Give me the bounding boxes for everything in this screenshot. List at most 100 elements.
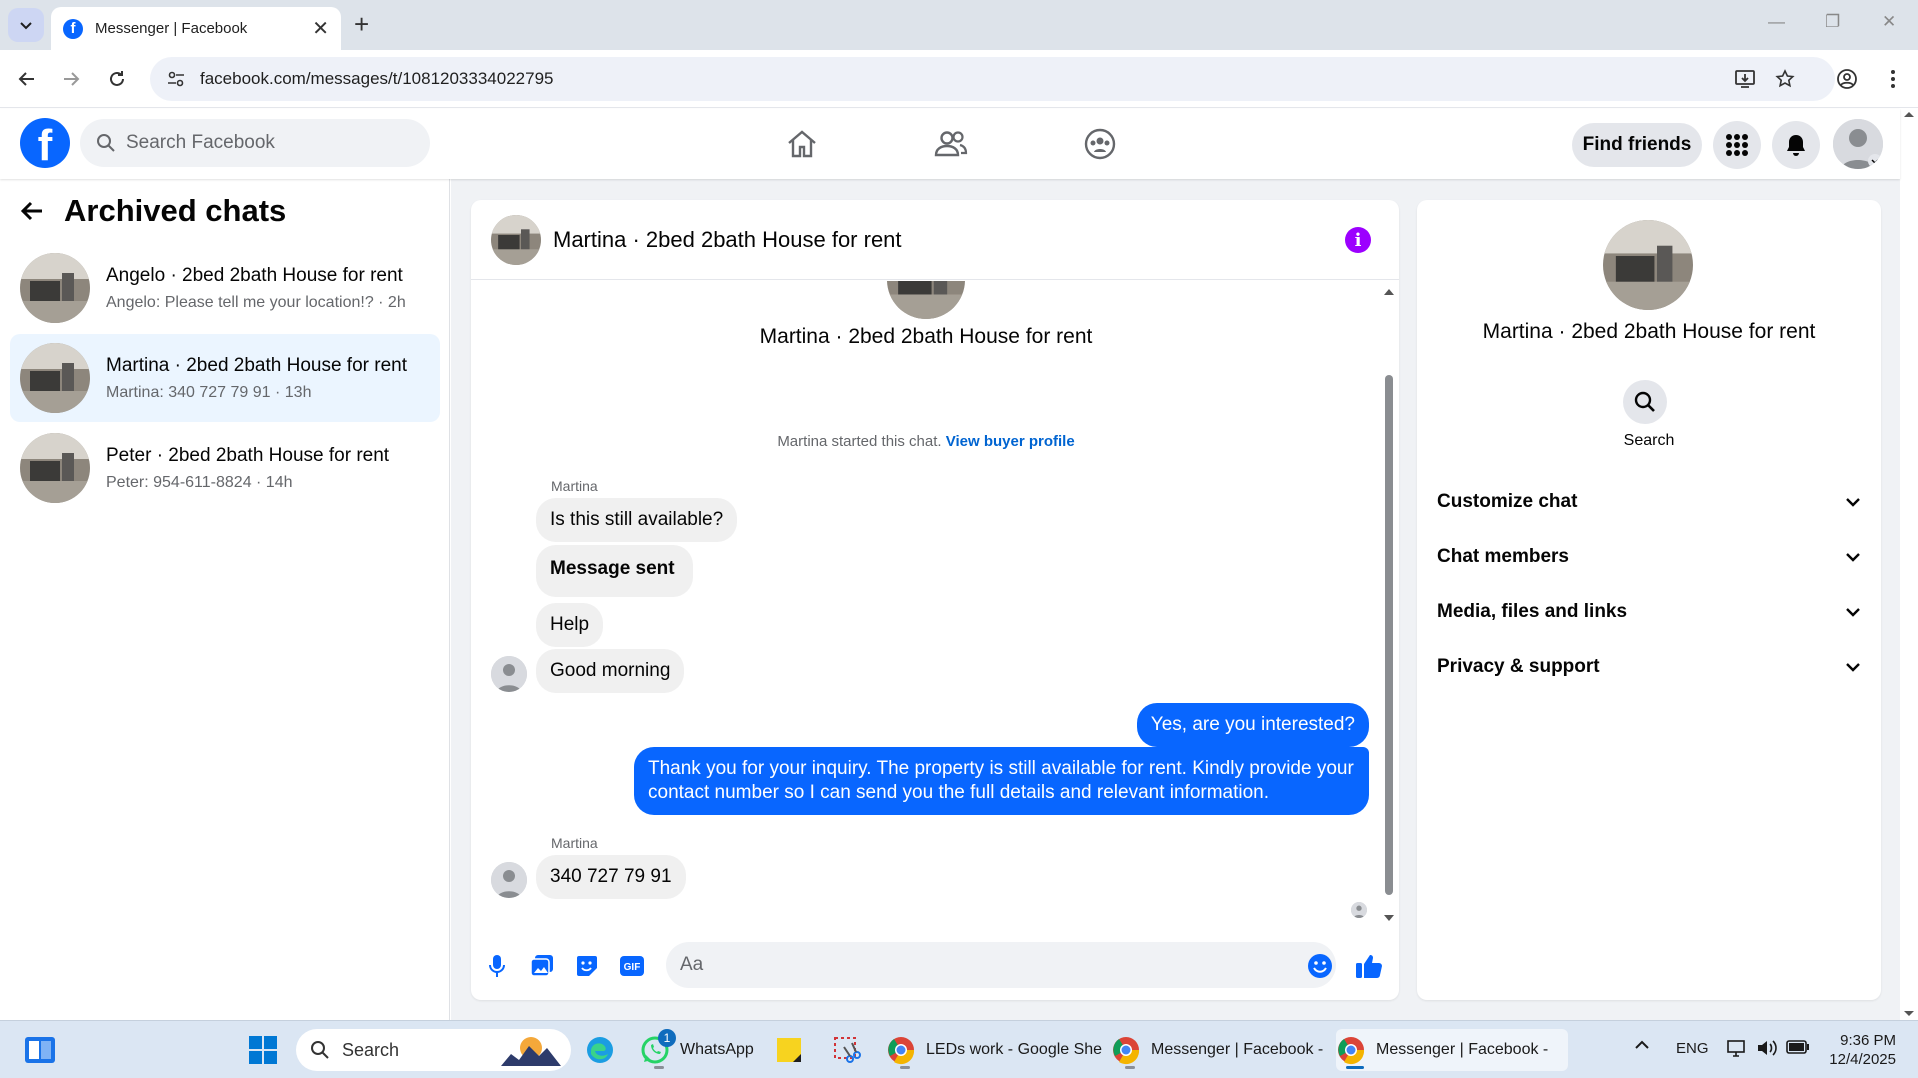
section-privacy-support[interactable]: Privacy & support (1437, 645, 1861, 689)
home-icon (788, 130, 816, 158)
search-in-conversation-button[interactable] (1623, 380, 1667, 424)
chat-item-martina[interactable]: Martina · 2bed 2bath House for rent Mart… (10, 334, 440, 422)
voice-clip-button[interactable] (483, 952, 511, 980)
chat-header-avatar[interactable] (491, 214, 541, 265)
page-scrollbar[interactable] (1900, 109, 1918, 1020)
gif-button[interactable]: GIF (618, 952, 646, 980)
site-settings-icon[interactable] (166, 69, 186, 89)
install-app-button[interactable] (1730, 64, 1760, 94)
bell-icon (1787, 135, 1805, 156)
notifications-button[interactable] (1772, 121, 1820, 169)
section-chat-members[interactable]: Chat members (1437, 535, 1861, 579)
taskbar-chrome-messenger-1[interactable]: Messenger | Facebook - (1111, 1029, 1323, 1071)
show-hidden-icons-button[interactable] (1634, 1040, 1650, 1050)
network-icon[interactable] (1727, 1038, 1747, 1058)
bookmark-button[interactable] (1770, 64, 1800, 94)
nav-friends[interactable] (926, 123, 976, 165)
minimize-icon[interactable]: — (1768, 12, 1785, 32)
message-input[interactable] (666, 942, 1336, 988)
chat-header-name[interactable]: Martina · 2bed 2bath House for rent (553, 227, 902, 253)
browser-menu-button[interactable] (1878, 64, 1908, 94)
message-bubble-incoming[interactable]: Message sent (536, 545, 693, 597)
chat-scrollbar[interactable] (1382, 285, 1396, 921)
gif-icon: GIF (620, 956, 644, 976)
search-highlight-landscape-icon (501, 1037, 561, 1066)
widgets-button[interactable] (24, 1029, 56, 1071)
message-bubble-outgoing[interactable]: Thank you for your inquiry. The property… (634, 747, 1369, 815)
taskbar-whatsapp[interactable]: 1 WhatsApp (640, 1029, 754, 1071)
browser-tab[interactable]: f Messenger | Facebook ✕ (51, 7, 341, 50)
friends-icon (934, 131, 968, 157)
browser-toolbar: facebook.com/messages/t/1081203334022795 (0, 50, 1918, 108)
running-indicator (654, 1066, 664, 1069)
chat-name: Martina · 2bed 2bath House for rent (106, 354, 408, 376)
close-window-icon[interactable]: ✕ (1882, 12, 1896, 32)
volume-icon[interactable] (1756, 1038, 1778, 1058)
chat-preview: Peter: 954-611-8824 · 14h (106, 473, 293, 491)
close-tab-icon[interactable]: ✕ (312, 16, 329, 41)
forward-button[interactable] (56, 64, 86, 94)
like-button[interactable] (1355, 952, 1383, 980)
system-clock[interactable]: 9:36 PM 12/4/2025 (1810, 1031, 1896, 1069)
new-tab-button[interactable]: + (354, 11, 369, 37)
language-indicator[interactable]: ENG (1676, 1040, 1709, 1057)
emoji-button[interactable] (1306, 952, 1334, 980)
restore-icon[interactable]: ❐ (1825, 12, 1840, 32)
chrome-icon (886, 1035, 916, 1065)
chevron-down-icon (1846, 553, 1860, 562)
taskbar-snipping-tool[interactable] (832, 1029, 862, 1071)
chevron-down-icon (1846, 663, 1860, 672)
sticker-button[interactable] (573, 952, 601, 980)
chat-item-angelo[interactable]: Angelo · 2bed 2bath House for rent Angel… (10, 244, 440, 332)
reload-button[interactable] (102, 64, 132, 94)
taskbar-chrome-leds[interactable]: LEDs work - Google She (886, 1029, 1102, 1071)
taskbar-edge[interactable] (585, 1029, 615, 1071)
menu-button[interactable] (1713, 121, 1761, 169)
taskbar-app-label: LEDs work - Google She (926, 1041, 1103, 1058)
taskbar-sticky-notes[interactable] (776, 1029, 802, 1071)
attach-photo-button[interactable] (528, 952, 556, 980)
contact-avatar[interactable] (1603, 220, 1693, 310)
address-bar[interactable]: facebook.com/messages/t/1081203334022795 (150, 57, 1835, 101)
message-bubble-incoming[interactable]: Is this still available? (536, 498, 738, 542)
chat-item-peter[interactable]: Peter · 2bed 2bath House for rent Peter:… (10, 424, 440, 512)
facebook-search-input[interactable] (126, 132, 406, 154)
tab-search-button[interactable] (8, 8, 44, 42)
message-bubble-incoming[interactable]: Help (536, 603, 604, 647)
thumbs-up-icon (1356, 955, 1382, 978)
smiley-icon (1308, 954, 1332, 978)
nav-groups[interactable] (1075, 123, 1125, 165)
info-icon[interactable]: i (1345, 227, 1371, 253)
view-buyer-profile-link[interactable]: View buyer profile (946, 433, 1075, 450)
section-media-files-links[interactable]: Media, files and links (1437, 590, 1861, 634)
facebook-search[interactable] (80, 119, 430, 167)
find-friends-button[interactable]: Find friends (1572, 123, 1702, 167)
profile-button[interactable] (1832, 64, 1862, 94)
active-indicator (1346, 1066, 1364, 1069)
message-bubble-incoming[interactable]: 340 727 79 91 (536, 855, 686, 899)
default-avatar-icon (491, 656, 527, 692)
facebook-logo[interactable]: f (20, 118, 70, 168)
message-bubble-outgoing[interactable]: Yes, are you interested? (1136, 703, 1369, 747)
groups-icon (1084, 128, 1116, 160)
section-customize-chat[interactable]: Customize chat (1437, 480, 1861, 524)
back-button[interactable] (12, 64, 42, 94)
message-bubble-incoming[interactable]: Good morning (536, 649, 685, 693)
account-circle-icon (1837, 69, 1857, 89)
section-label: Chat members (1437, 546, 1569, 567)
browser-tab-bar: f Messenger | Facebook ✕ + — ❐ ✕ (0, 0, 1918, 50)
scissors-icon (834, 1037, 861, 1063)
url-text[interactable]: facebook.com/messages/t/1081203334022795 (200, 69, 553, 89)
start-note-text: Martina started this chat. (777, 433, 942, 450)
profile-avatar[interactable] (1833, 119, 1883, 169)
battery-icon[interactable] (1786, 1040, 1810, 1054)
chevron-down-icon (1846, 608, 1860, 617)
nav-home[interactable] (777, 123, 827, 165)
default-avatar-icon (491, 862, 527, 898)
arrow-left-icon[interactable] (20, 200, 44, 222)
chevron-down-icon (20, 22, 32, 30)
start-button[interactable] (248, 1029, 278, 1071)
taskbar-chrome-messenger-2[interactable]: Messenger | Facebook - (1336, 1029, 1569, 1071)
taskbar-app-label: Messenger | Facebook - (1151, 1041, 1324, 1058)
taskbar-search[interactable]: Search (296, 1029, 571, 1071)
